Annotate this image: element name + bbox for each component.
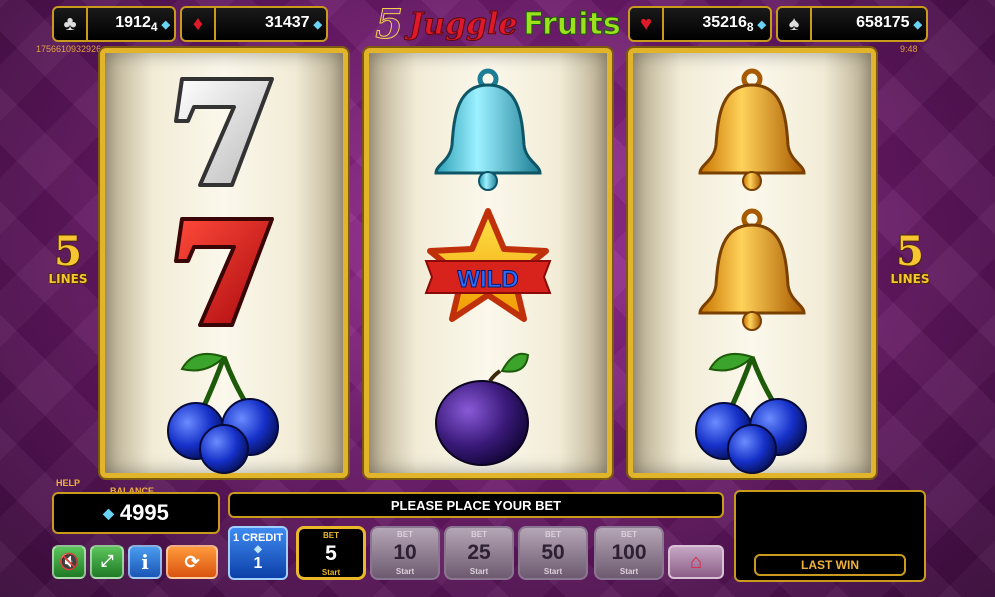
gem-icon: ◆: [313, 18, 322, 31]
bet-label: BET: [621, 530, 637, 539]
game-logo: 5 Juggle Fruits: [338, 0, 658, 48]
jackpot-amount: 31437: [265, 13, 310, 31]
jackpot-spade: ♠ 658175 ◆: [776, 6, 928, 42]
lines-indicator-left: 5 LINES: [46, 228, 90, 287]
jackpot-club: ♣ 19124 ◆: [52, 6, 176, 42]
bell-gold-icon: [698, 68, 806, 191]
symbol-bell-blue: [369, 59, 607, 201]
symbol-plum: [369, 339, 607, 481]
bet-value: 10: [393, 541, 417, 564]
gem-icon: ◆: [103, 504, 114, 521]
credit-button[interactable]: 1 CREDIT ◆ 1: [228, 526, 288, 580]
ticker-id: 1756610932926: [36, 44, 102, 54]
balance-value: 4995: [119, 500, 169, 525]
start-label: Start: [321, 568, 341, 577]
logo-number: 5: [375, 0, 404, 48]
logo-word-fruits: Fruits: [523, 6, 621, 42]
expand-icon: ⤢: [100, 553, 114, 570]
bet-value: 25: [467, 541, 491, 564]
bet-button-50[interactable]: BET 50 Start: [518, 526, 588, 580]
bet-value: 100: [611, 541, 647, 564]
credit-value: 1: [253, 555, 263, 572]
start-label: Start: [395, 567, 415, 576]
autoplay-icon: ⟳: [184, 551, 200, 572]
speaker-muted-icon: 🔇: [59, 554, 79, 571]
info-icon: i: [141, 550, 149, 574]
clock: 9:48: [900, 44, 918, 54]
symbol-seven-white: [105, 59, 343, 201]
cherries-icon: [695, 353, 807, 474]
lines-label: LINES: [48, 272, 88, 286]
jackpot-amount: 658175: [856, 13, 910, 31]
symbol-bell-gold: [633, 59, 871, 201]
reel-2: WILD: [364, 48, 612, 478]
info-button[interactable]: i: [128, 545, 162, 579]
home-button[interactable]: ⌂: [668, 545, 724, 579]
symbol-cherries: [105, 339, 343, 481]
wild-star-icon: WILD: [424, 208, 552, 322]
start-label: Start: [619, 567, 639, 576]
bet-button-25[interactable]: BET 25 Start: [444, 526, 514, 580]
gem-icon: ◆: [254, 544, 262, 555]
jackpot-amount: 352168: [702, 13, 754, 35]
bet-button-10[interactable]: BET 10 Start: [370, 526, 440, 580]
bet-label: BET: [397, 530, 413, 539]
symbol-cherries: [633, 339, 871, 481]
lines-count: 5: [896, 228, 924, 275]
gem-icon: ◆: [913, 18, 922, 31]
logo-word-juggle: Juggle: [409, 6, 518, 42]
jackpot-amount: 19124: [115, 13, 158, 35]
last-win-label: LAST WIN: [754, 554, 906, 576]
bet-label: BET: [545, 530, 561, 539]
bet-label: BET: [471, 530, 487, 539]
club-icon: ♣: [54, 8, 88, 40]
balance-display: ◆ 4995: [52, 492, 220, 534]
bet-value: 5: [325, 542, 337, 565]
symbol-seven-red: [105, 199, 343, 341]
wild-text: WILD: [457, 266, 518, 293]
bet-value: 50: [541, 541, 565, 564]
bell-gold-icon: [698, 208, 806, 331]
reel-3: [628, 48, 876, 478]
cherries-icon: [167, 353, 279, 474]
gem-icon: ◆: [161, 18, 170, 31]
gem-icon: ◆: [757, 18, 766, 31]
credit-label: 1 CREDIT: [232, 532, 284, 544]
autoplay-button[interactable]: ⟳: [166, 545, 218, 579]
status-message: PLEASE PLACE YOUR BET: [228, 492, 724, 518]
spade-icon: ♠: [778, 8, 812, 40]
lines-indicator-right: 5 LINES: [888, 228, 932, 287]
seven-red-icon: [174, 217, 274, 327]
home-icon: ⌂: [689, 550, 703, 573]
help-link[interactable]: HELP: [56, 478, 80, 488]
start-label: Start: [469, 567, 489, 576]
jackpot-diamond: ♦ 31437 ◆: [180, 6, 328, 42]
bet-button-100[interactable]: BET 100 Start: [594, 526, 664, 580]
bet-button-5[interactable]: BET 5 Start: [296, 526, 366, 580]
sound-toggle-button[interactable]: 🔇: [52, 545, 86, 579]
start-label: Start: [543, 567, 563, 576]
bet-label: BET: [323, 531, 339, 540]
symbol-bell-gold: [633, 199, 871, 341]
lines-label: LINES: [890, 272, 930, 286]
reel-1: [100, 48, 348, 478]
plum-icon: [435, 352, 530, 466]
seven-white-icon: [174, 77, 274, 187]
diamond-suit-icon: ♦: [182, 8, 216, 40]
lines-count: 5: [54, 228, 82, 275]
symbol-wild: WILD: [369, 199, 607, 341]
last-win-panel: LAST WIN: [734, 490, 926, 582]
bell-blue-icon: [434, 68, 542, 191]
fullscreen-button[interactable]: ⤢: [90, 545, 124, 579]
